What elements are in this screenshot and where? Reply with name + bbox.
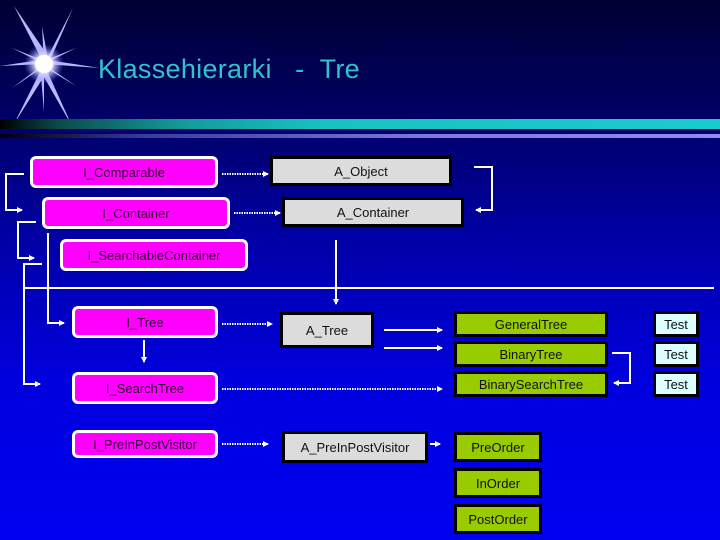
box-label: Test (664, 346, 688, 362)
class-binary-search-tree[interactable]: BinarySearchTree (454, 371, 608, 397)
box-label: I_Container (102, 205, 170, 221)
box-label: GeneralTree (494, 316, 568, 332)
connector-object-container (474, 166, 493, 213)
test-general-tree[interactable]: Test (653, 311, 699, 337)
connector-container-searchable (17, 221, 36, 261)
box-label: A_PreInPostVisitor (300, 439, 410, 455)
connector-binary-bst (612, 352, 631, 386)
box-label: BinarySearchTree (478, 376, 584, 392)
interface-i-container[interactable]: I_Container (42, 197, 230, 229)
class-pre-order[interactable]: PreOrder (454, 432, 542, 462)
interface-i-comparable[interactable]: I_Comparable (30, 156, 218, 188)
interface-i-searchable-container[interactable]: I_SearchableContainer (60, 239, 248, 271)
interface-i-pre-in-post-visitor[interactable]: I_PreInPostVisitor (72, 430, 218, 458)
box-label: InOrder (475, 475, 521, 491)
connector-comparable-container (5, 173, 24, 213)
box-label: A_Object (334, 163, 388, 179)
box-label: PreOrder (471, 439, 525, 455)
box-label: BinaryTree (499, 346, 563, 362)
abstract-a-object[interactable]: A_Object (270, 156, 452, 186)
class-in-order[interactable]: InOrder (454, 468, 542, 498)
box-label: Test (664, 316, 688, 332)
class-post-order[interactable]: PostOrder (454, 504, 542, 534)
test-binary-search-tree[interactable]: Test (653, 371, 699, 397)
abstract-a-container[interactable]: A_Container (282, 197, 464, 227)
abstract-a-pre-in-post-visitor[interactable]: A_PreInPostVisitor (282, 431, 428, 463)
box-label: I_SearchTree (105, 380, 185, 396)
interface-i-tree[interactable]: I_Tree (72, 306, 218, 338)
box-label: I_PreInPostVisitor (93, 436, 197, 452)
box-label: I_Comparable (83, 164, 165, 180)
interface-i-search-tree[interactable]: I_SearchTree (72, 372, 218, 404)
box-label: A_Tree (305, 322, 349, 338)
box-label: I_Tree (126, 314, 164, 330)
box-label: Test (664, 376, 688, 392)
connector-searchable-searchtree (23, 263, 42, 387)
class-general-tree[interactable]: GeneralTree (454, 311, 608, 337)
test-binary-tree[interactable]: Test (653, 341, 699, 367)
box-label: I_SearchableContainer (87, 247, 221, 263)
abstract-a-tree[interactable]: A_Tree (280, 312, 374, 348)
class-binary-tree[interactable]: BinaryTree (454, 341, 608, 367)
box-label: PostOrder (468, 511, 528, 527)
box-label: A_Container (336, 204, 410, 220)
